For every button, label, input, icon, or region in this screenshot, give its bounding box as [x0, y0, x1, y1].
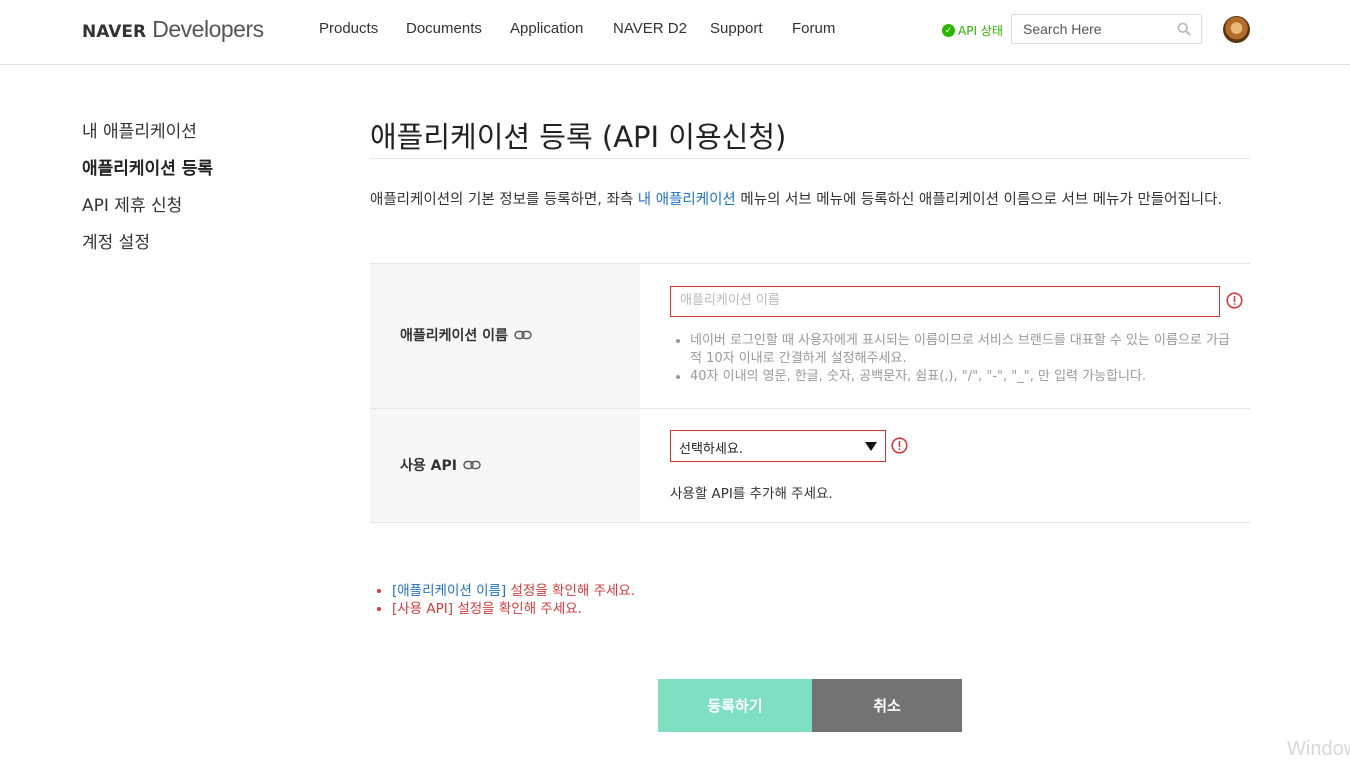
error-field-name[interactable]: [사용 API] [392, 601, 453, 617]
link-icon[interactable] [514, 330, 532, 340]
search-box[interactable]: Search Here [1011, 14, 1202, 44]
logo-brand: NAVER [82, 22, 147, 42]
form-bottom-border [370, 522, 1250, 523]
sidebar-item-account-settings[interactable]: 계정 설정 [82, 228, 150, 253]
sidebar-item-my-applications[interactable]: 내 애플리케이션 [82, 117, 197, 142]
description-text-start: 애플리케이션의 기본 정보를 등록하면, 좌측 [370, 192, 638, 208]
windows-activation-watermark: Window [1287, 738, 1350, 760]
sidebar-item-register-application[interactable]: 애플리케이션 등록 [82, 154, 213, 179]
error-message: 설정을 확인해 주세요. [506, 583, 636, 599]
naver-developers-logo[interactable]: NAVER Developers [82, 16, 264, 43]
error-field-name[interactable]: [애플리케이션 이름] [392, 583, 506, 599]
page-description: 애플리케이션의 기본 정보를 등록하면, 좌측 내 애플리케이션 메뉴의 서브 … [370, 186, 1250, 214]
link-icon[interactable] [463, 460, 481, 470]
nav-documents[interactable]: Documents [406, 20, 482, 37]
register-button[interactable]: 등록하기 [658, 679, 812, 732]
page-title: 애플리케이션 등록 (API 이용신청) [370, 120, 787, 154]
api-select-dropdown[interactable]: 선택하세요. [670, 430, 886, 462]
top-header: NAVER Developers Products Documents Appl… [0, 0, 1350, 65]
error-alert-icon [891, 437, 908, 454]
nav-application[interactable]: Application [510, 20, 583, 37]
dropdown-arrow-icon [865, 442, 877, 451]
search-icon[interactable] [1177, 22, 1191, 36]
app-name-hints: 네이버 로그인할 때 사용자에게 표시되는 이름이므로 서비스 브랜드를 대표할… [676, 332, 1230, 386]
user-avatar[interactable] [1223, 16, 1250, 43]
nav-naver-d2[interactable]: NAVER D2 [613, 20, 687, 37]
api-status-label: API 상태 [958, 24, 1003, 38]
nav-forum[interactable]: Forum [792, 20, 835, 37]
validation-errors: [애플리케이션 이름] 설정을 확인해 주세요. [사용 API] 설정을 확인… [370, 582, 635, 618]
app-name-label: 애플리케이션 이름 [400, 325, 532, 345]
api-label: 사용 API [400, 455, 481, 475]
title-divider [370, 158, 1250, 159]
app-name-field[interactable] [670, 286, 1220, 317]
nav-support[interactable]: Support [710, 20, 763, 37]
hint-item: 40자 이내의 영문, 한글, 숫자, 공백문자, 쉼표(,), "/", "-… [690, 368, 1230, 386]
api-help-text: 사용할 API를 추가해 주세요. [670, 486, 833, 502]
api-label-text: 사용 API [400, 458, 457, 474]
app-name-input[interactable] [678, 292, 1212, 309]
error-item: [애플리케이션 이름] 설정을 확인해 주세요. [392, 582, 635, 600]
check-circle-icon: ✓ [942, 24, 955, 37]
error-message: 설정을 확인해 주세요. [453, 601, 582, 617]
sidebar-item-api-partnership[interactable]: API 제휴 신청 [82, 191, 182, 216]
description-text-end: 메뉴의 서브 메뉴에 등록하신 애플리케이션 이름으로 서브 메뉴가 만들어집니… [735, 192, 1223, 208]
api-status-link[interactable]: ✓ API 상태 [942, 22, 1003, 39]
cancel-button[interactable]: 취소 [812, 679, 962, 732]
error-item: [사용 API] 설정을 확인해 주세요. [392, 600, 635, 618]
app-name-label-text: 애플리케이션 이름 [400, 328, 508, 344]
api-select-value: 선택하세요. [679, 442, 743, 457]
api-label-cell: 사용 API [370, 409, 640, 522]
error-alert-icon [1226, 292, 1243, 309]
my-applications-link[interactable]: 내 애플리케이션 [638, 192, 736, 208]
hint-item: 네이버 로그인할 때 사용자에게 표시되는 이름이므로 서비스 브랜드를 대표할… [690, 332, 1230, 368]
nav-products[interactable]: Products [319, 20, 378, 37]
app-name-label-cell: 애플리케이션 이름 [370, 264, 640, 408]
logo-product: Developers [152, 16, 264, 42]
search-input[interactable]: Search Here [1023, 21, 1102, 37]
